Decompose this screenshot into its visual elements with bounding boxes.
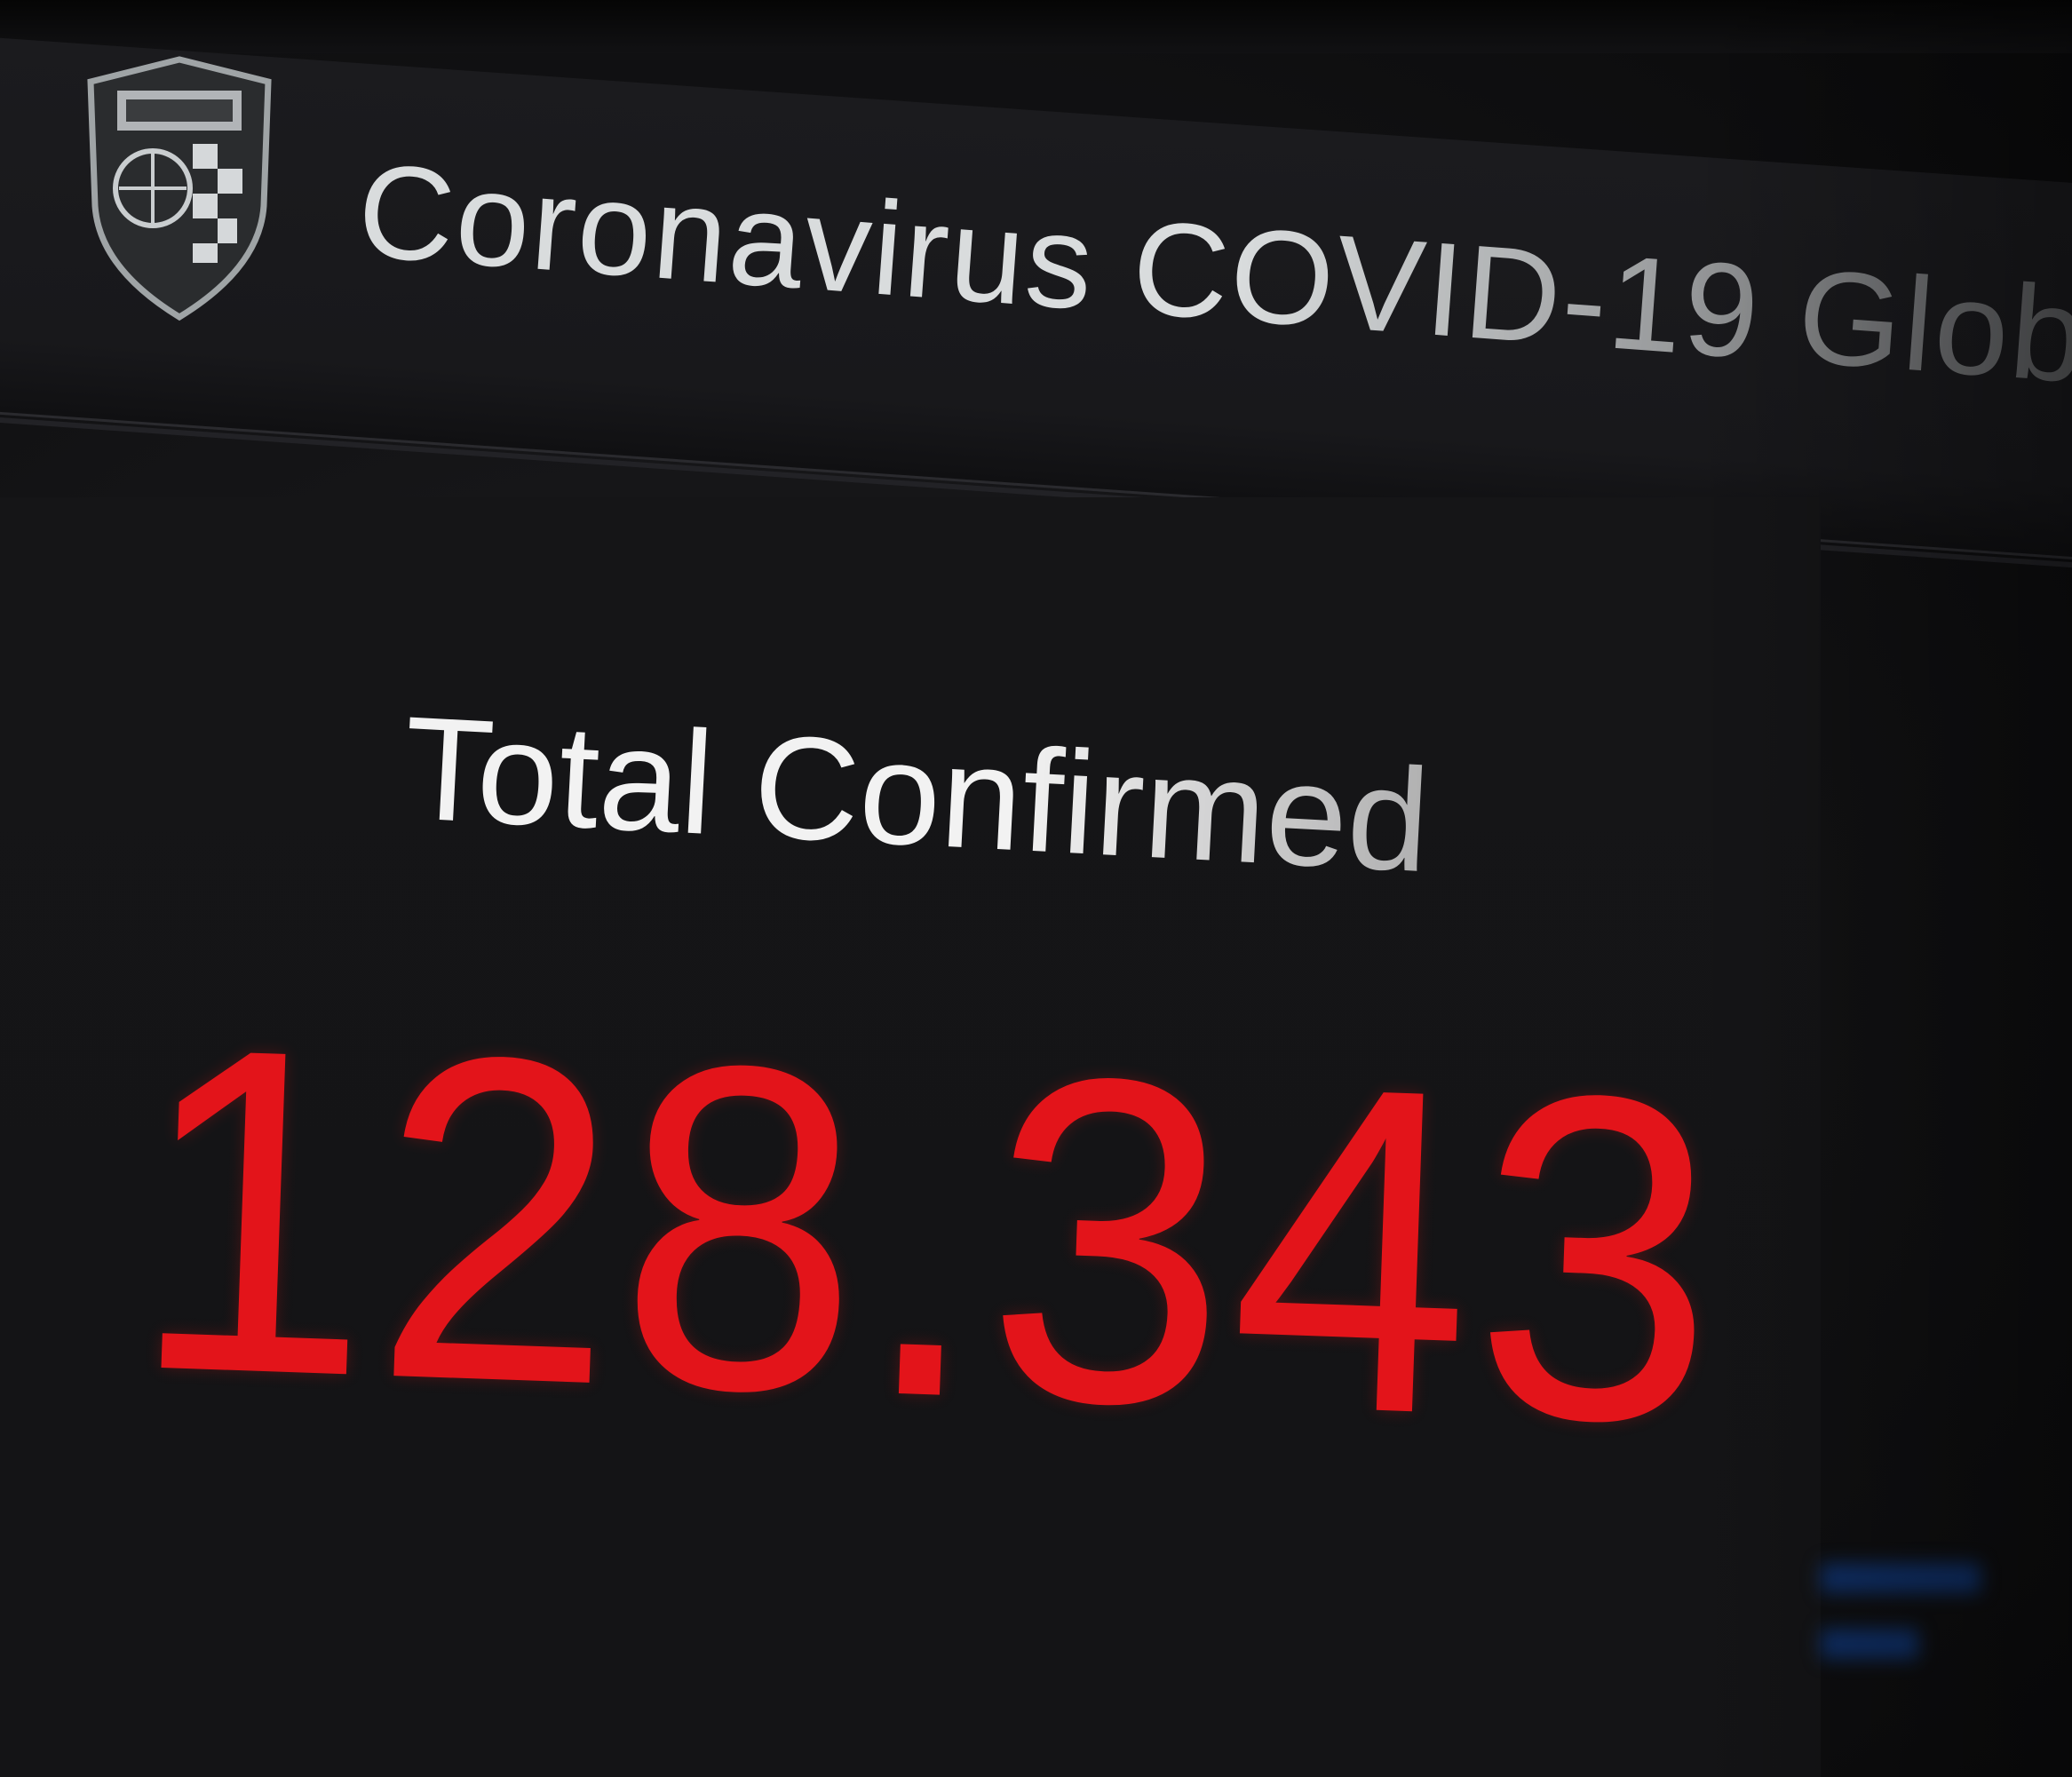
browser-top-strip bbox=[0, 0, 2072, 53]
side-nav-blur bbox=[1821, 1563, 1981, 1741]
side-nav-item bbox=[1821, 1563, 1981, 1593]
side-nav-item bbox=[1821, 1629, 1918, 1659]
dashboard-screen: Coronavirus COVID-19 Global Total Confir… bbox=[0, 0, 2072, 1777]
shield-crest-icon bbox=[87, 56, 272, 321]
total-confirmed-value: 128.343 bbox=[124, 949, 1730, 1521]
